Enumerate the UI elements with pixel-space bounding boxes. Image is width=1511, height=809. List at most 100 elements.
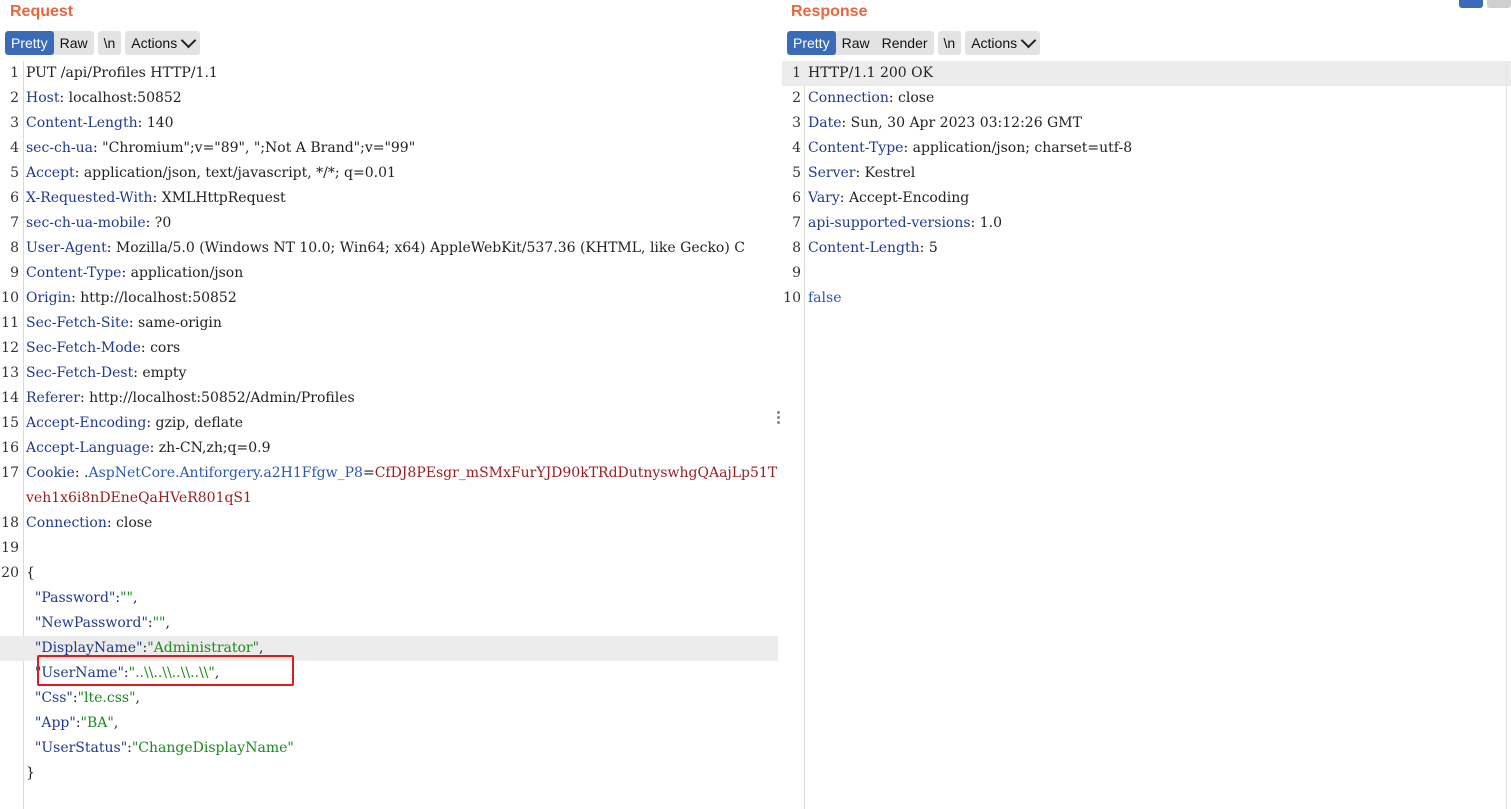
line-content: Content-Length: 140: [26, 111, 778, 136]
code-token: Accept-Encoding: [26, 415, 147, 431]
code-token: Server: [808, 165, 856, 181]
line-content: "App":"BA",: [26, 711, 778, 736]
line-content: Server: Kestrel: [808, 161, 1511, 186]
code-token: Host: [26, 90, 60, 106]
username-highlight-box: [37, 655, 294, 686]
line-content: sec-ch-ua-mobile: ?0: [26, 211, 778, 236]
response-code-line: 9: [782, 261, 1511, 286]
code-token: =: [362, 465, 375, 481]
line-number: 1: [792, 65, 801, 81]
request-code-line: 18 Connection: close: [0, 511, 778, 536]
code-token: : empty: [133, 365, 187, 381]
request-tab-raw[interactable]: Raw: [53, 31, 94, 55]
request-panel: Request Pretty Raw \n Actions 1 PUT /api/…: [0, 0, 781, 809]
code-token: "BA": [80, 715, 114, 731]
code-token: : close: [106, 515, 153, 531]
response-code-line: 4 Content-Type: application/json; charset…: [782, 136, 1511, 161]
line-content: Content-Type: application/json: [26, 261, 778, 286]
line-content: User-Agent: Mozilla/5.0 (Windows NT 10.0…: [26, 236, 778, 261]
request-editor[interactable]: 1 PUT /api/Profiles HTTP/1.1 2 Host: localh…: [0, 61, 778, 809]
chevron-down-icon: [1020, 32, 1037, 49]
code-token: : http://localhost:50852: [71, 290, 237, 306]
response-code-line: 3 Date: Sun, 30 Apr 2023 03:12:26 GMT: [782, 111, 1511, 136]
code-token: {: [26, 565, 35, 581]
request-code-line: veh1x6i8nDEneQaHVeR801qS1: [0, 486, 778, 511]
response-view-tabs: Pretty Raw Render: [787, 31, 934, 55]
code-token: : http://localhost:50852/Admin/Profiles: [79, 390, 355, 406]
response-actions-button[interactable]: Actions: [965, 31, 1041, 55]
chevron-down-icon: [180, 32, 197, 49]
request-actions-button[interactable]: Actions: [125, 31, 201, 55]
line-content: "Css":"lte.css",: [26, 686, 778, 711]
code-token: : application/json; charset=utf-8: [903, 140, 1133, 156]
line-number: 14: [1, 390, 19, 406]
line-content: {: [26, 561, 778, 586]
code-token: Origin: [26, 290, 72, 306]
line-number: 12: [1, 340, 19, 356]
line-number: 8: [792, 240, 801, 256]
request-code-line: 2 Host: localhost:50852: [0, 86, 778, 111]
line-content: Content-Length: 5: [808, 236, 1511, 261]
response-tab-render[interactable]: Render: [875, 31, 934, 55]
request-code-line: 10 Origin: http://localhost:50852: [0, 286, 778, 311]
line-content: Referer: http://localhost:50852/Admin/Pr…: [26, 386, 778, 411]
request-code-line: 19: [0, 536, 778, 561]
line-number: 18: [1, 515, 19, 531]
code-token: : close: [888, 90, 935, 106]
response-code-line: 6 Vary: Accept-Encoding: [782, 186, 1511, 211]
code-token: "lte.css": [77, 690, 136, 706]
layout-stack-icon[interactable]: [1487, 0, 1511, 8]
response-newline-toggle[interactable]: \n: [937, 31, 962, 55]
line-number: 20: [1, 565, 19, 581]
response-tab-pretty[interactable]: Pretty: [787, 31, 836, 55]
code-token: : Accept-Encoding: [839, 190, 970, 206]
code-token: Sec-Fetch-Mode: [26, 340, 141, 356]
code-token: Date: [808, 115, 842, 131]
request-code-line: 20 {: [0, 561, 778, 586]
line-number: 9: [10, 265, 19, 281]
request-title: Request: [10, 3, 74, 20]
request-newline-toggle[interactable]: \n: [97, 31, 122, 55]
code-token: sec-ch-ua-mobile: [26, 215, 146, 231]
request-code-line: "Password":"",: [0, 586, 778, 611]
line-number: 2: [10, 90, 19, 106]
code-token: CfDJ8PEsgr_mSMxFurYJD90kTRdDutnyswhgQAaj…: [374, 465, 778, 481]
response-toolbar: Pretty Raw Render \n Actions: [787, 31, 1041, 55]
code-token: ,: [113, 715, 119, 731]
code-token: Cookie: [26, 465, 75, 481]
more-options-icon[interactable]: [777, 411, 781, 426]
code-token: ,: [135, 690, 140, 706]
request-code-line: 12 Sec-Fetch-Mode: cors: [0, 336, 778, 361]
code-token: Sec-Fetch-Dest: [26, 365, 134, 381]
code-token: Accept-Language: [26, 440, 150, 456]
line-content: Origin: http://localhost:50852: [26, 286, 778, 311]
line-number: 10: [1, 290, 19, 306]
request-tab-pretty[interactable]: Pretty: [5, 31, 54, 55]
response-tab-raw[interactable]: Raw: [835, 31, 876, 55]
response-code-line: 2 Connection: close: [782, 86, 1511, 111]
code-token: ,: [165, 615, 170, 631]
code-token: : Kestrel: [855, 165, 916, 181]
line-content: Accept-Language: zh-CN,zh;q=0.9: [26, 436, 778, 461]
response-scrollbar[interactable]: [1506, 61, 1511, 809]
line-content: Vary: Accept-Encoding: [808, 186, 1511, 211]
line-content: Host: localhost:50852: [26, 86, 778, 111]
code-token: AspNetCore.Antiforgery.a2H1Ffgw_P8: [88, 465, 363, 481]
layout-split-icon[interactable]: [1459, 0, 1483, 8]
line-number: 10: [783, 290, 801, 306]
line-number: 17: [1, 465, 19, 481]
response-editor[interactable]: 1 HTTP/1.1 200 OK 2 Connection: close 3 Date:…: [782, 61, 1511, 809]
line-number: 9: [792, 265, 801, 281]
request-code-line: 6 X-Requested-With: XMLHttpRequest: [0, 186, 778, 211]
line-number: 19: [1, 540, 19, 556]
line-number: 11: [1, 315, 19, 331]
response-panel: Response Pretty Raw Render \n Actions 1H…: [782, 0, 1511, 809]
layout-toggle: [1459, 0, 1511, 8]
code-token: Connection: [26, 515, 107, 531]
code-token: : application/json: [121, 265, 244, 281]
line-number: 15: [1, 415, 19, 431]
code-token: : 140: [137, 115, 174, 131]
code-token: Connection: [808, 90, 889, 106]
